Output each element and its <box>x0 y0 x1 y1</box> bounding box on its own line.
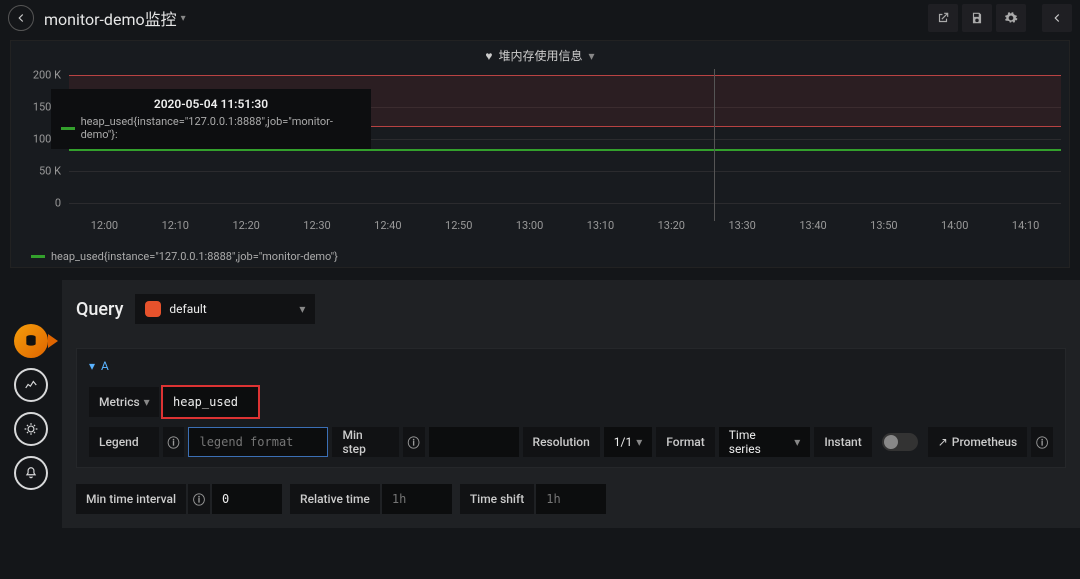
x-tick: 13:30 <box>707 219 778 237</box>
datasource-select[interactable]: default ▾ <box>135 294 315 324</box>
min-step-input[interactable] <box>429 427 519 457</box>
label-relative-time: Relative time <box>290 484 380 514</box>
tab-alert[interactable] <box>14 456 48 490</box>
save-icon <box>970 11 984 25</box>
y-tick: 200 K <box>33 69 61 82</box>
time-shift-input[interactable] <box>536 484 606 514</box>
chevron-left-icon <box>1050 11 1064 25</box>
x-tick: 12:20 <box>211 219 282 237</box>
label-legend: Legend <box>89 427 159 457</box>
relative-time-input[interactable] <box>382 484 452 514</box>
panel-legend[interactable]: heap_used{instance="127.0.0.1:8888",job=… <box>31 250 338 263</box>
external-link-icon: ↗ <box>938 435 948 449</box>
chart-icon <box>24 378 38 392</box>
legend-text: heap_used{instance="127.0.0.1:8888",job=… <box>51 250 338 263</box>
x-tick: 14:00 <box>919 219 990 237</box>
query-row: ▾ A Metrics ▾ Legend ⓘ <box>76 348 1066 468</box>
x-tick: 12:10 <box>140 219 211 237</box>
series-line <box>69 149 1061 151</box>
collapse-sidebar-button[interactable] <box>1042 4 1072 32</box>
label-min-time-interval: Min time interval <box>76 484 186 514</box>
x-axis: 12:00 12:10 12:20 12:30 12:40 12:50 13:0… <box>69 219 1061 237</box>
datasource-value: default <box>169 302 206 316</box>
chevron-down-icon: ▾ <box>144 395 150 409</box>
label-time-shift: Time shift <box>460 484 534 514</box>
chevron-down-icon: ▾ <box>89 359 95 373</box>
settings-button[interactable] <box>996 4 1026 32</box>
info-icon[interactable]: ⓘ <box>163 427 185 457</box>
query-options-row: Min time interval ⓘ Relative time Time s… <box>76 484 1066 514</box>
label-format: Format <box>656 427 714 457</box>
series-swatch <box>61 127 75 130</box>
dashboard-title: monitor-demo监控 <box>44 6 177 30</box>
bell-icon <box>24 466 38 480</box>
chart[interactable]: 200 K 150 K 100 K 50 K 0 12:00 12:10 12:… <box>29 69 1061 237</box>
y-tick: 0 <box>55 197 61 210</box>
chevron-down-icon: ▾ <box>181 13 186 24</box>
tab-general[interactable] <box>14 412 48 446</box>
crosshair <box>714 69 715 221</box>
x-tick: 13:50 <box>848 219 919 237</box>
x-tick: 14:10 <box>990 219 1061 237</box>
instant-toggle[interactable] <box>882 433 918 451</box>
graph-panel[interactable]: ♥ 堆内存使用信息 ▾ 200 K 150 K 100 K 50 K 0 <box>10 40 1070 268</box>
label-min-step: Min step <box>332 427 398 457</box>
min-time-interval-input[interactable] <box>212 484 282 514</box>
share-icon <box>936 11 950 25</box>
database-icon <box>24 334 38 348</box>
x-tick: 13:10 <box>565 219 636 237</box>
label-instant: Instant <box>814 427 871 457</box>
query-row-toggle[interactable]: ▾ A <box>89 359 1053 373</box>
gridline <box>69 203 1061 204</box>
label-resolution: Resolution <box>523 427 600 457</box>
panel-title[interactable]: ♥ 堆内存使用信息 ▾ <box>11 41 1069 64</box>
x-tick: 12:00 <box>69 219 140 237</box>
query-section-title: Query <box>76 299 123 320</box>
x-tick: 13:40 <box>778 219 849 237</box>
x-tick: 12:40 <box>352 219 423 237</box>
query-row-letter: A <box>101 359 109 373</box>
format-select[interactable]: Time series ▾ <box>719 427 811 457</box>
x-tick: 12:30 <box>282 219 353 237</box>
info-icon[interactable]: ⓘ <box>1031 427 1053 457</box>
dashboard-title-dropdown[interactable]: monitor-demo监控 ▾ <box>44 6 186 30</box>
x-tick: 12:50 <box>423 219 494 237</box>
chevron-down-icon: ▾ <box>794 435 800 449</box>
tab-visualization[interactable] <box>14 368 48 402</box>
chart-tooltip: 2020-05-04 11:51:30 heap_used{instance="… <box>51 89 371 149</box>
bug-icon <box>24 422 38 436</box>
save-button[interactable] <box>962 4 992 32</box>
prometheus-logo-icon <box>145 301 161 317</box>
label-metrics[interactable]: Metrics ▾ <box>89 387 159 417</box>
y-tick: 50 K <box>39 165 61 178</box>
editor-side-tabs <box>0 280 62 528</box>
heart-icon: ♥ <box>485 49 492 63</box>
info-icon[interactable]: ⓘ <box>188 484 210 514</box>
tooltip-time: 2020-05-04 11:51:30 <box>61 97 361 111</box>
chevron-down-icon: ▾ <box>636 435 642 449</box>
share-button[interactable] <box>928 4 958 32</box>
tooltip-series: heap_used{instance="127.0.0.1:8888",job=… <box>81 115 361 141</box>
toolbar-right <box>928 4 1072 32</box>
x-tick: 13:00 <box>494 219 565 237</box>
x-tick: 13:20 <box>636 219 707 237</box>
resolution-select[interactable]: 1/1 ▾ <box>604 427 652 457</box>
panel-title-text: 堆内存使用信息 <box>499 47 583 64</box>
legend-input[interactable] <box>188 427 328 457</box>
chevron-down-icon: ▾ <box>589 49 595 63</box>
tab-queries[interactable] <box>14 324 48 358</box>
instant-toggle-wrap <box>876 427 924 457</box>
metrics-input[interactable] <box>163 387 258 417</box>
info-icon[interactable]: ⓘ <box>403 427 425 457</box>
gridline <box>69 171 1061 172</box>
gear-icon <box>1004 11 1018 25</box>
prometheus-link[interactable]: ↗ Prometheus <box>928 427 1027 457</box>
series-swatch <box>31 255 45 258</box>
back-button[interactable] <box>8 5 34 31</box>
query-editor: Query default ▾ ▾ A Metrics ▾ <box>62 280 1080 528</box>
arrow-left-icon <box>14 11 28 25</box>
chevron-down-icon: ▾ <box>299 302 305 316</box>
